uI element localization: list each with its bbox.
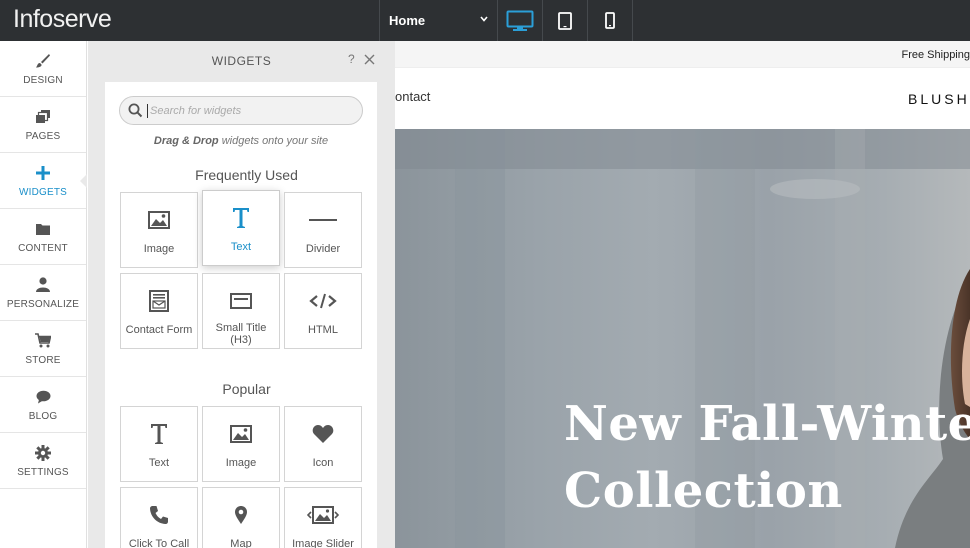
sidebar-item-blog[interactable]: BLOG (0, 377, 86, 433)
widgets-list[interactable]: Drag & Drop widgets onto your site Frequ… (105, 82, 377, 548)
search-icon (128, 103, 143, 123)
widget-label: Small Title (H3) (215, 322, 267, 346)
sidebar-item-content[interactable]: CONTENT (0, 209, 86, 265)
text-cursor (147, 104, 148, 118)
widget-tile-map[interactable]: Map (202, 487, 280, 548)
widget-tile-html[interactable]: HTML (284, 273, 362, 349)
sidebar-item-personalize[interactable]: PERSONALIZE (0, 265, 86, 321)
widget-tile-text-popular[interactable]: Text (120, 406, 198, 482)
sidebar-item-settings[interactable]: SETTINGS (0, 433, 86, 489)
sidebar-item-label: BLOG (28, 410, 58, 422)
hero-banner[interactable]: New Fall-Winter Collection (395, 129, 970, 548)
app-logo[interactable]: Infoserve (0, 0, 380, 41)
widget-search[interactable] (119, 96, 363, 125)
image-icon (148, 205, 170, 235)
hint-bold: Drag & Drop (153, 135, 219, 147)
sidebar-item-label: STORE (25, 354, 61, 366)
widget-label: Map (230, 538, 252, 548)
widget-label: Contact Form (125, 324, 193, 336)
widget-tile-image[interactable]: Image (120, 192, 198, 268)
widget-tile-text[interactable]: Text (202, 190, 280, 266)
search-input[interactable] (150, 102, 350, 119)
page-select[interactable]: Home (380, 0, 498, 41)
widget-tile-click-to-call[interactable]: Click To Call (120, 487, 198, 548)
sidebar-item-label: PAGES (25, 130, 61, 142)
desktop-icon (506, 10, 534, 32)
widget-tile-divider[interactable]: Divider (284, 192, 362, 268)
user-icon (36, 276, 50, 294)
title-icon (230, 286, 252, 316)
hero-heading-line2: Collection (564, 463, 843, 519)
sidebar-item-store[interactable]: STORE (0, 321, 86, 377)
map-pin-icon (234, 500, 248, 530)
gear-icon (35, 444, 51, 462)
cart-icon (35, 332, 51, 350)
drag-drop-hint: Drag & Drop widgets onto your site (105, 135, 377, 147)
widget-label: Text (148, 457, 170, 469)
frequent-section-title: Frequently Used (195, 167, 298, 183)
widget-tile-contact-form[interactable]: Contact Form (120, 273, 198, 349)
widgets-panel: WIDGETS ? Drag & Drop widgets onto your … (88, 41, 395, 548)
widget-label: Click To Call (128, 538, 190, 548)
site-nav: ontact BLUSH (395, 68, 970, 129)
hero-heading: New Fall-Winter Collection (564, 391, 970, 525)
sidebar-item-label: PERSONALIZE (6, 298, 80, 310)
hero-heading-line1: New Fall-Winter (564, 396, 970, 452)
help-button[interactable]: ? (348, 52, 355, 66)
text-icon (232, 203, 250, 233)
nav-link-contact[interactable]: ontact (395, 89, 430, 104)
sidebar-item-label: WIDGETS (18, 186, 68, 198)
widget-tile-image-slider[interactable]: Image Slider (284, 487, 362, 548)
sidebar-item-design[interactable]: DESIGN (0, 41, 86, 97)
widget-tile-icon[interactable]: Icon (284, 406, 362, 482)
widget-label: Image Slider (292, 538, 354, 548)
folder-icon (36, 220, 50, 238)
popular-section-title: Popular (222, 381, 271, 397)
site-preview[interactable]: Free Shipping ontact BLUSH New Fall-Wint… (395, 41, 970, 548)
mobile-view-button[interactable] (588, 0, 633, 41)
desktop-view-button[interactable] (498, 0, 543, 41)
widget-label: HTML (308, 324, 338, 336)
sidebar-item-pages[interactable]: PAGES (0, 97, 86, 153)
site-brand[interactable]: BLUSH (908, 91, 970, 107)
widget-label: Text (230, 241, 252, 253)
text-icon (150, 419, 168, 449)
chat-icon (36, 388, 51, 406)
contact-form-icon (149, 286, 169, 316)
widget-label: Image (143, 243, 175, 255)
tablet-icon (558, 11, 572, 30)
widget-label: Image (225, 457, 257, 469)
chevron-down-icon (480, 14, 488, 24)
page-select-value: Home (389, 13, 426, 28)
promo-text: Free Shipping (901, 49, 970, 61)
mobile-icon (605, 12, 615, 29)
heart-icon (312, 419, 334, 449)
divider-icon (309, 205, 337, 235)
sidebar-item-label: DESIGN (23, 74, 63, 86)
hint-text: widgets onto your site (218, 135, 329, 147)
image-icon (230, 419, 252, 449)
widget-label: Icon (312, 457, 334, 469)
promo-bar: Free Shipping (395, 41, 970, 68)
plus-icon (35, 164, 51, 182)
sidebar-item-label: SETTINGS (17, 466, 69, 478)
brush-icon (35, 52, 51, 70)
pages-icon (35, 108, 51, 126)
code-icon (309, 286, 337, 316)
close-button[interactable] (364, 50, 375, 70)
top-bar: Infoserve Home (0, 0, 970, 41)
sidebar-item-label: CONTENT (18, 242, 68, 254)
sidebar-item-widgets[interactable]: WIDGETS (0, 153, 87, 209)
left-sidebar: DESIGN PAGES WIDGETS CONTENT PERSONALIZE… (0, 41, 87, 548)
widget-label: Divider (305, 243, 341, 255)
widget-tile-small-title[interactable]: Small Title (H3) (202, 273, 280, 349)
image-slider-icon (307, 500, 339, 530)
close-icon (364, 50, 375, 69)
tablet-view-button[interactable] (543, 0, 588, 41)
widget-tile-image-popular[interactable]: Image (202, 406, 280, 482)
phone-icon (149, 500, 169, 530)
